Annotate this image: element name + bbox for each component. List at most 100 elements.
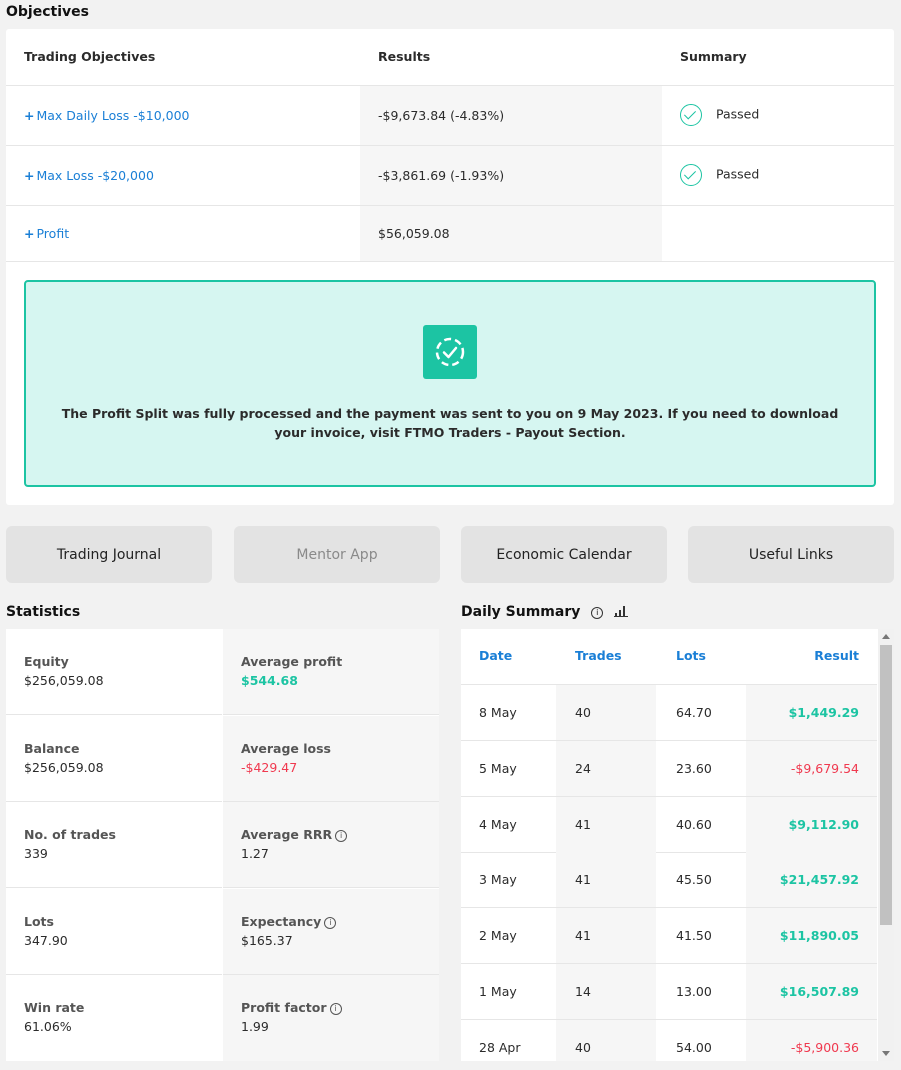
row-date: 5 May xyxy=(479,760,517,776)
row-trades: 41 xyxy=(575,816,591,832)
row-trades: 14 xyxy=(575,984,591,999)
objectives-card: Trading Objectives Results Summary + Max … xyxy=(6,29,894,505)
table-row: 4 May 41 40.60 $9,112.90 xyxy=(461,796,877,853)
statistics-card: Equity $256,059.08 Average profit $544.6… xyxy=(6,629,439,1061)
notice-text: The Profit Split was fully processed and… xyxy=(61,406,839,440)
row-lots: 54.00 xyxy=(676,1039,712,1055)
plus-icon: + xyxy=(24,167,35,183)
plus-icon: + xyxy=(24,225,35,241)
header-trades[interactable]: Trades xyxy=(575,648,622,663)
header-lots[interactable]: Lots xyxy=(676,648,706,663)
table-row: 28 Apr 40 54.00 -$5,900.36 xyxy=(461,1019,877,1061)
row-shade xyxy=(556,852,656,908)
stat-value: $256,059.08 xyxy=(24,673,104,688)
row-date: 3 May xyxy=(479,872,517,888)
result-value: $56,059.08 xyxy=(360,205,662,262)
row-date: 8 May xyxy=(479,705,517,720)
check-circle-icon xyxy=(680,104,702,126)
stat-value: 347.90 xyxy=(24,933,68,948)
info-icon[interactable]: i xyxy=(591,607,604,619)
row-result: $16,507.89 xyxy=(779,984,859,999)
info-icon[interactable]: i xyxy=(335,830,348,842)
statistics-title: Statistics xyxy=(6,604,81,620)
stat-value: $165.37 xyxy=(241,933,293,948)
info-icon[interactable]: i xyxy=(324,917,337,929)
stat-label-row: Expectancy i xyxy=(241,914,439,929)
result-value: -$9,673.84 (-4.83%) xyxy=(360,85,662,146)
header-result[interactable]: Result xyxy=(814,648,859,663)
daily-summary-table[interactable]: Date Trades Lots Result 8 May 40 64.70 $1,4… xyxy=(461,629,894,1061)
row-lots: 40.60 xyxy=(676,816,712,832)
stat-value: 1.99 xyxy=(241,1019,269,1034)
stat-average-loss: Average loss -$429.47 xyxy=(223,716,439,802)
scroll-down-arrow-icon[interactable] xyxy=(882,1051,890,1056)
table-row: 3 May 41 45.50 $21,457.92 xyxy=(461,852,877,909)
stat-label: Expectancy xyxy=(241,914,322,929)
trading-journal-button[interactable]: Trading Journal xyxy=(6,526,212,583)
row-result: -$5,900.36 xyxy=(790,1039,859,1055)
row-shade xyxy=(556,796,656,852)
row-date: 4 May xyxy=(479,816,517,832)
row-trades: 24 xyxy=(575,760,591,776)
header-date[interactable]: Date xyxy=(479,648,512,663)
objective-cell: + Max Daily Loss -$10,000 xyxy=(6,85,360,146)
daily-summary-title: Daily Summary xyxy=(461,604,581,620)
objective-max-daily-loss-link[interactable]: + Max Daily Loss -$10,000 xyxy=(24,108,190,123)
stat-label-row: Average RRR i xyxy=(241,827,439,842)
row-date: 1 May xyxy=(479,984,517,999)
table-row: + Max Daily Loss -$10,000 -$9,673.84 (-4.… xyxy=(6,85,894,146)
useful-links-button[interactable]: Useful Links xyxy=(688,526,894,583)
row-lots: 23.60 xyxy=(676,760,712,776)
daily-summary-scrollbar[interactable] xyxy=(878,629,894,1061)
objective-profit-link[interactable]: + Profit xyxy=(24,226,69,241)
stat-label: Equity xyxy=(24,654,69,669)
stat-average-rrr: Average RRR i 1.27 xyxy=(223,802,439,888)
info-icon[interactable]: i xyxy=(329,1003,342,1015)
stat-label-row: Profit factor i xyxy=(241,1000,439,1015)
row-result: $1,449.29 xyxy=(788,705,859,720)
objectives-title: Objectives xyxy=(6,4,89,20)
stat-profit-factor: Profit factor i 1.99 xyxy=(223,975,439,1061)
check-circle-icon xyxy=(680,164,702,186)
header-summary: Summary xyxy=(662,29,894,86)
daily-summary-header: Date Trades Lots Result xyxy=(461,629,877,685)
stat-value: -$429.47 xyxy=(241,760,298,775)
result-value: -$3,861.69 (-1.93%) xyxy=(360,145,662,206)
economic-calendar-button[interactable]: Economic Calendar xyxy=(461,526,667,583)
objective-max-loss-link[interactable]: + Max Loss -$20,000 xyxy=(24,168,154,183)
mentor-app-button[interactable]: Mentor App xyxy=(234,526,440,583)
summary-cell xyxy=(662,205,894,262)
header-results: Results xyxy=(360,29,662,86)
bar-chart-icon[interactable] xyxy=(614,605,629,617)
row-shade xyxy=(556,685,656,740)
scroll-thumb[interactable] xyxy=(880,645,892,925)
row-trades: 41 xyxy=(575,872,591,888)
stat-label: No. of trades xyxy=(24,827,116,842)
row-shade xyxy=(556,740,656,796)
row-shade xyxy=(556,1019,656,1061)
row-lots: 13.00 xyxy=(676,984,712,999)
objective-cell: + Max Loss -$20,000 xyxy=(6,145,360,206)
row-shade xyxy=(556,964,656,1019)
stat-average-profit: Average profit $544.68 xyxy=(223,629,439,715)
table-row: + Profit $56,059.08 xyxy=(6,205,894,262)
stat-value: $544.68 xyxy=(241,673,298,688)
stat-equity: Equity $256,059.08 xyxy=(6,629,222,715)
objectives-table: Trading Objectives Results Summary + Max … xyxy=(6,29,894,262)
objectives-header-row: Trading Objectives Results Summary xyxy=(6,29,894,86)
row-lots: 64.70 xyxy=(676,705,712,720)
summary-cell: Passed xyxy=(662,85,894,146)
stat-label: Lots xyxy=(24,914,54,929)
stat-label: Average loss xyxy=(241,741,331,756)
plus-icon: + xyxy=(24,107,35,123)
stat-label: Win rate xyxy=(24,1000,85,1015)
daily-summary-title-row: Daily Summary i xyxy=(461,604,629,620)
scroll-up-arrow-icon[interactable] xyxy=(882,634,890,639)
summary-cell: Passed xyxy=(662,145,894,206)
table-row: 1 May 14 13.00 $16,507.89 xyxy=(461,964,877,1020)
table-row: + Max Loss -$20,000 -$3,861.69 (-1.93%) P… xyxy=(6,145,894,206)
dashed-check-icon xyxy=(423,325,477,379)
stat-label: Balance xyxy=(24,741,80,756)
stat-win-rate: Win rate 61.06% xyxy=(6,975,222,1061)
stat-value: 339 xyxy=(24,846,48,861)
